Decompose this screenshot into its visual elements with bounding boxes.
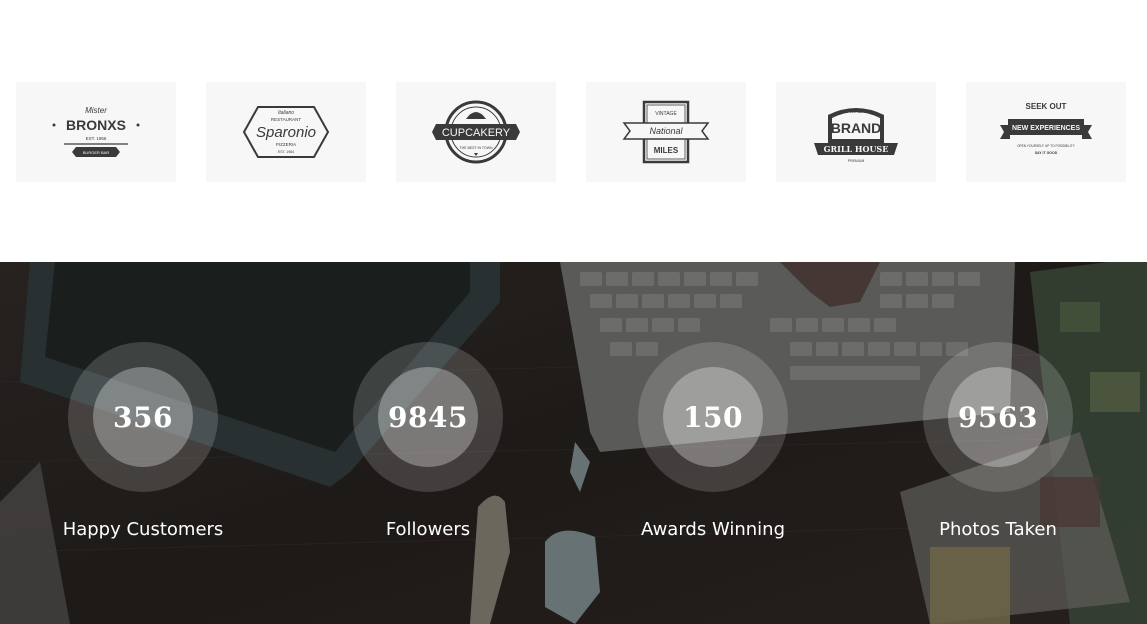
stat-disc: 356 [93,367,193,467]
stat-value: 9563 [958,400,1038,434]
national-miles-logo: VINTAGE National MILES [622,100,710,164]
client-logo-mister-bronxs[interactable]: Mister BRONXS EST. 1956 BURGER BAR [16,82,176,182]
logo-line: THE BEST IN TOWN [459,146,493,150]
stat-disc: 150 [663,367,763,467]
logo-line: SEEK OUT [1026,102,1067,111]
logo-line: Mister [85,106,107,115]
logo-line: Premium [847,109,865,114]
stats-counter-section: 356 Happy Customers 9845 Followers 150 A… [0,262,1147,624]
logo-line: BRONXS [66,117,126,133]
logo-line: RESTAURANT [271,117,301,122]
stat-counter-awards-winning: 150 [638,342,788,492]
stat-value: 356 [113,400,173,434]
client-logo-cupcakery[interactable]: CUPCAKERY THE BEST IN TOWN [396,82,556,182]
cupcakery-logo: CUPCAKERY THE BEST IN TOWN [432,100,520,164]
stat-label: Happy Customers [62,519,224,540]
sparonio-logo: Italiano RESTAURANT Sparonio PIZZERIA ES… [242,106,330,158]
client-logos-section: Mister BRONXS EST. 1956 BURGER BAR Itali… [0,0,1147,262]
logo-line: BURGER BAR [83,150,110,155]
stat-counter-photos-taken: 9563 [923,342,1073,492]
stat-counter-followers: 9845 [353,342,503,492]
seek-out-logo: SEEK OUT NEW EXPERIENCES OPEN YOURSELF U… [1000,102,1092,155]
stat-value: 150 [683,400,743,434]
logo-line: Sparonio [256,124,316,141]
cupcake-icon [466,112,486,119]
logo-line: EST. 1956 [86,136,107,141]
logo-line: OPEN YOURSELF UP TO POSSIBILITY [1017,144,1076,148]
stat-label: Followers [385,519,471,540]
logo-line: GRILL HOUSE [824,144,889,154]
logo-line: PREMIUM [848,159,865,163]
stat-disc: 9563 [948,367,1048,467]
logo-line: BRAND [831,120,882,136]
logo-line: PIZZERIA [276,142,296,147]
logo-line: MILES [654,146,679,155]
logo-line: National [649,126,683,136]
logo-line: SAY IT GOOD [1035,151,1058,155]
mister-bronxs-logo: Mister BRONXS EST. 1956 BURGER BAR [52,106,140,157]
client-logo-sparonio[interactable]: Italiano RESTAURANT Sparonio PIZZERIA ES… [206,82,366,182]
stat-value: 9845 [388,400,468,434]
stat-label: Photos Taken [939,519,1057,540]
grill-house-logo: Premium BRAND GRILL HOUSE PREMIUM [814,108,898,163]
client-logo-national-miles[interactable]: VINTAGE National MILES [586,82,746,182]
logo-line: Italiano [278,110,294,116]
stat-label: Awards Winning [641,519,785,540]
logo-line: EST. 1984 [278,150,294,154]
logo-line: VINTAGE [655,111,677,117]
logo-line: NEW EXPERIENCES [1012,125,1080,132]
client-logo-seek-out[interactable]: SEEK OUT NEW EXPERIENCES OPEN YOURSELF U… [966,82,1126,182]
client-logo-grill-house[interactable]: Premium BRAND GRILL HOUSE PREMIUM [776,82,936,182]
stat-disc: 9845 [378,367,478,467]
stat-counter-happy-customers: 356 [68,342,218,492]
logo-line: CUPCAKERY [442,127,511,139]
